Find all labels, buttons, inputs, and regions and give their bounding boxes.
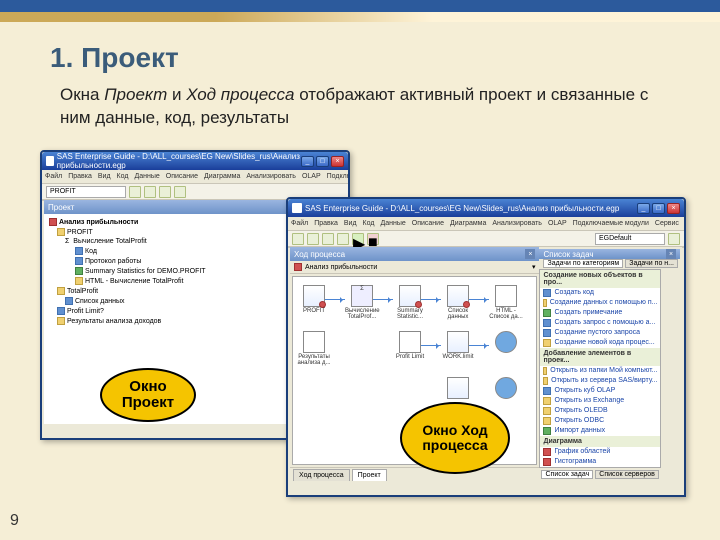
window-title: SAS Enterprise Guide - D:\ALL_courses\EG… <box>305 204 619 213</box>
node-globe[interactable] <box>489 331 523 354</box>
close-button[interactable]: × <box>331 156 344 167</box>
style-selector[interactable]: EGDefault <box>595 233 665 245</box>
minimize-button[interactable]: _ <box>637 203 650 214</box>
flow-icon <box>543 339 551 347</box>
menubar[interactable]: ФайлПравкаВидКодДанныеОписаниеДиаграммаА… <box>42 170 348 184</box>
query-icon <box>543 329 551 337</box>
flow-pane-header: Ход процесса× <box>290 247 539 261</box>
toolbar[interactable]: ▶ ■ EGDefault <box>288 231 684 247</box>
close-icon[interactable]: × <box>525 249 535 259</box>
node-results[interactable]: Результаты анализа д... <box>297 331 331 366</box>
odbc-icon <box>543 417 551 425</box>
menubar[interactable]: ФайлПравкаВидКодДанныеОписаниеДиаграммаА… <box>288 217 684 231</box>
html-icon <box>75 277 83 285</box>
code-icon <box>543 289 551 297</box>
close-icon[interactable]: × <box>666 249 676 259</box>
note-icon <box>543 309 551 317</box>
task-tabs[interactable]: Задачи по категориям Задачи по н... <box>541 259 680 268</box>
callout-project: Окно Проект <box>100 368 196 422</box>
node-profit-limit[interactable]: Profit Limit <box>393 331 427 360</box>
flow-subtitle: Анализ прибыльности <box>305 264 377 271</box>
close-button[interactable]: × <box>667 203 680 214</box>
slide-body: Окна Проект и Ход процесса отображают ак… <box>60 84 665 130</box>
tab-project[interactable]: Проект <box>352 469 387 481</box>
tab-tasklist[interactable]: Список задач <box>541 470 593 479</box>
open-icon <box>543 367 547 375</box>
titlebar[interactable]: SAS Enterprise Guide - D:\ALL_courses\EG… <box>288 199 684 217</box>
exchange-icon <box>543 397 551 405</box>
task-list[interactable]: Создание новых объектов в про... Создать… <box>539 269 661 468</box>
app-icon <box>46 156 54 166</box>
callout-flow: Окно Ход процесса <box>400 402 510 474</box>
node-extra[interactable] <box>441 377 475 400</box>
oledb-icon <box>543 407 551 415</box>
window-title: SAS Enterprise Guide - D:\ALL_courses\EG… <box>57 152 301 170</box>
node-list[interactable]: Список данных <box>441 285 475 320</box>
toolbar-button[interactable] <box>174 186 186 198</box>
open-icon <box>543 377 548 385</box>
list-icon <box>65 297 73 305</box>
minimize-button[interactable]: _ <box>301 156 314 167</box>
node-calc[interactable]: ΣВычисление TotalProf... <box>345 285 379 320</box>
data-selector[interactable]: PROFIT <box>46 186 126 198</box>
tab-servers[interactable]: Список серверов <box>595 470 659 479</box>
query-icon <box>57 307 65 315</box>
log-icon <box>75 257 83 265</box>
chart-icon <box>543 458 551 466</box>
toolbar-button[interactable] <box>159 186 171 198</box>
olap-icon <box>543 387 551 395</box>
tasklist-header: Список задач× <box>539 249 680 259</box>
maximize-button[interactable]: □ <box>652 203 665 214</box>
node-profit[interactable]: PROFIT <box>297 285 331 314</box>
results-icon <box>57 317 65 325</box>
stats-icon <box>75 267 83 275</box>
tab-flow[interactable]: Ход процесса <box>293 469 350 481</box>
toolbar-button[interactable] <box>307 233 319 245</box>
toolbar-button[interactable] <box>337 233 349 245</box>
node-html[interactable]: HTML - Список да... <box>489 285 523 320</box>
data-icon <box>57 228 65 236</box>
query-icon <box>543 319 551 327</box>
titlebar[interactable]: SAS Enterprise Guide - D:\ALL_courses\EG… <box>42 152 348 170</box>
node-summary[interactable]: Summary Statistic... <box>393 285 427 320</box>
maximize-button[interactable]: □ <box>316 156 329 167</box>
page-number: 9 <box>10 512 19 530</box>
run-button[interactable]: ▶ <box>352 233 364 245</box>
node-work-limit[interactable]: WORK.limit <box>441 331 475 360</box>
toolbar-button[interactable] <box>129 186 141 198</box>
node-globe2[interactable] <box>489 377 523 400</box>
data-icon <box>543 299 546 307</box>
bottom-tabs[interactable]: Ход процесса Проект <box>290 467 539 481</box>
import-icon <box>543 427 551 435</box>
stop-button[interactable]: ■ <box>367 233 379 245</box>
data-icon <box>57 287 65 295</box>
project-icon <box>294 263 302 271</box>
app-icon <box>292 203 302 213</box>
code-icon <box>75 247 83 255</box>
chart-icon <box>543 448 551 456</box>
project-icon <box>49 218 57 226</box>
toolbar-button[interactable] <box>144 186 156 198</box>
toolbar-button[interactable] <box>322 233 334 245</box>
toolbar-button[interactable] <box>668 233 680 245</box>
toolbar-button[interactable] <box>292 233 304 245</box>
slide-title: 1. Проект <box>50 42 720 74</box>
